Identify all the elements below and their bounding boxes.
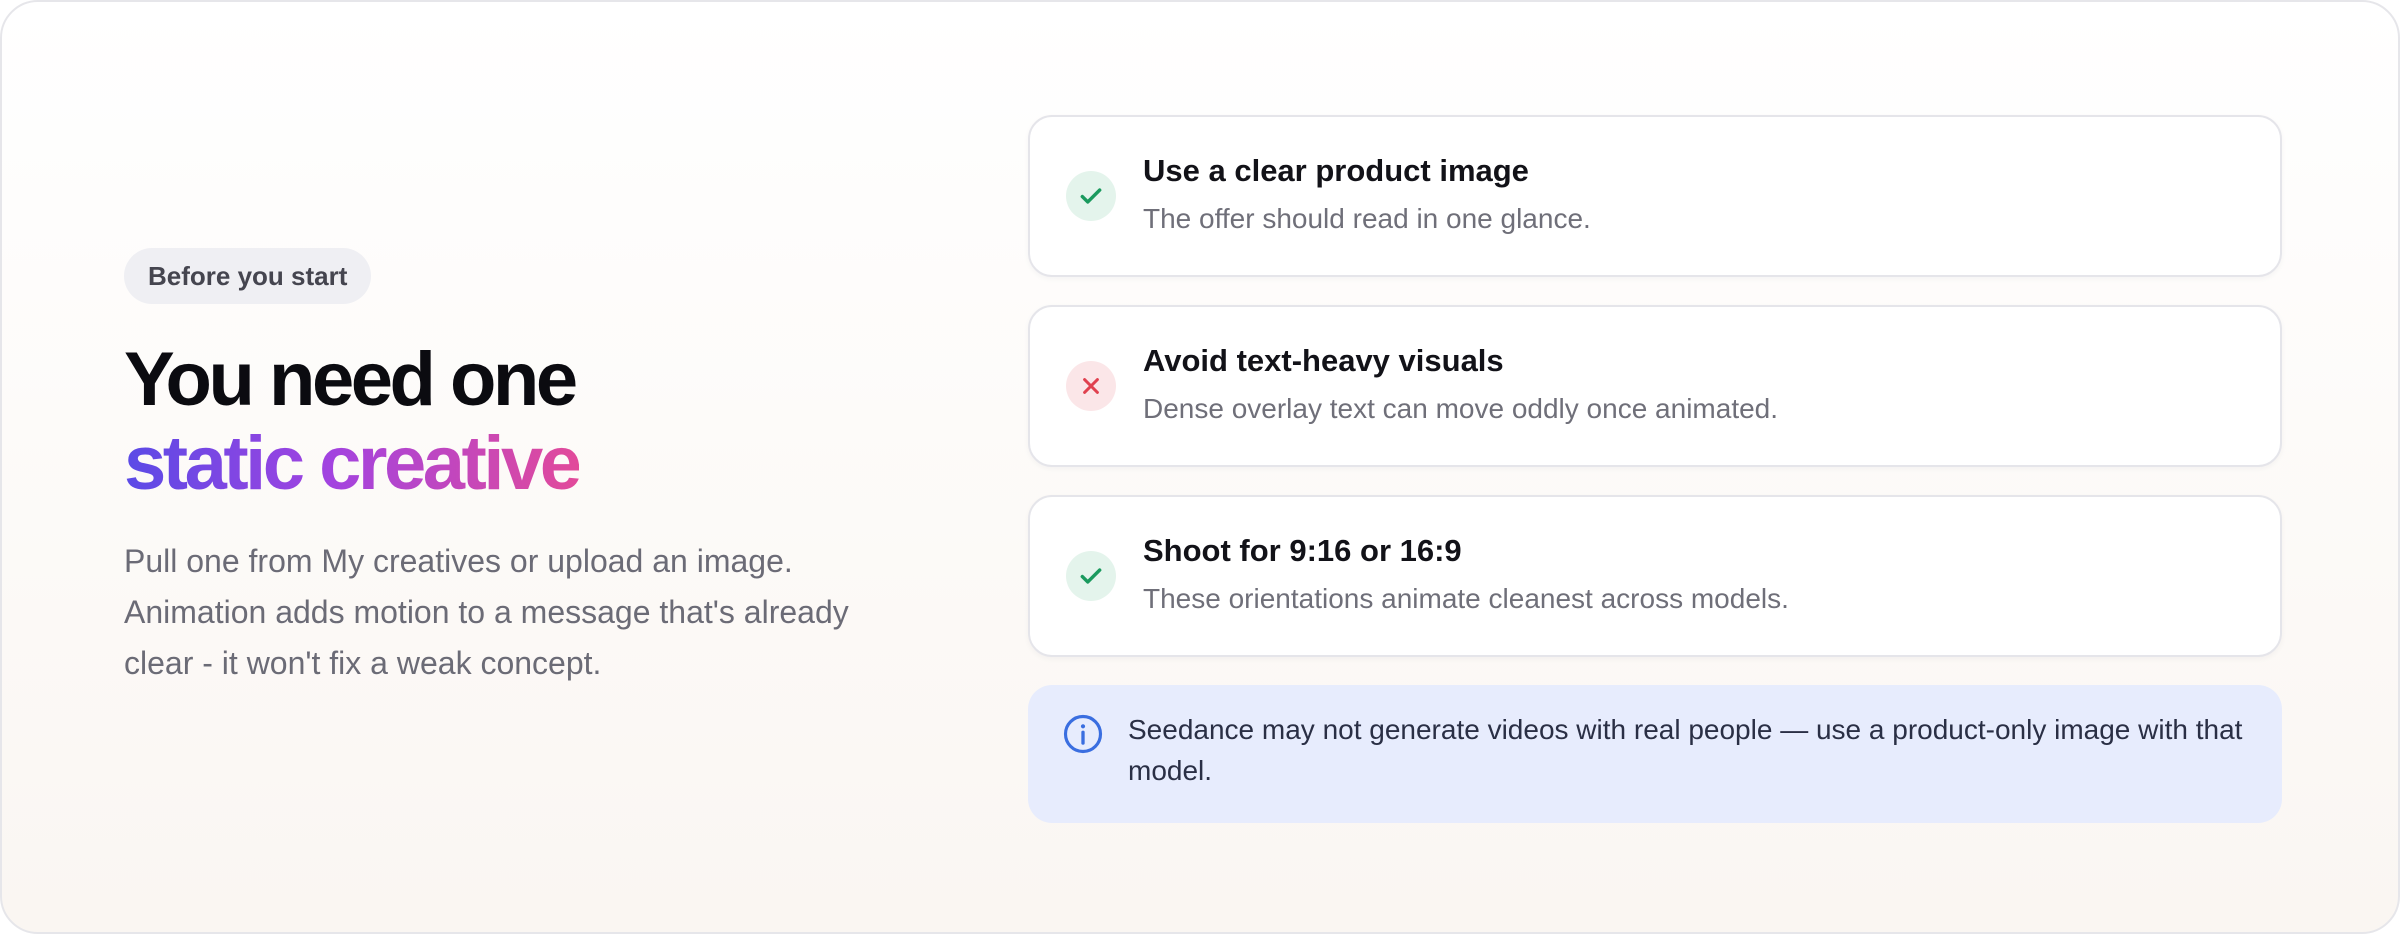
headline-line-2-gradient: static creative — [124, 421, 582, 506]
tips-list: Use a clear product image The offer shou… — [1028, 115, 2282, 823]
intro-section: Before you start You need one static cre… — [124, 248, 924, 689]
intro-description: Pull one from My creatives or upload an … — [124, 543, 849, 681]
tip-title: Avoid text-heavy visuals — [1143, 343, 1504, 378]
tip-card-clear-product-image: Use a clear product image The offer shou… — [1028, 115, 2282, 277]
headline-line-1: You need one — [124, 337, 578, 422]
info-note-text: Seedance may not generate videos with re… — [1128, 714, 2243, 786]
before-you-start-badge: Before you start — [124, 248, 372, 304]
tip-subtitle: These orientations animate cleanest acro… — [1143, 583, 1789, 614]
tip-title: Use a clear product image — [1143, 153, 1529, 188]
before-you-start-card: Before you start You need one static cre… — [0, 0, 2400, 934]
x-icon — [1066, 361, 1116, 411]
info-note: Seedance may not generate videos with re… — [1028, 685, 2282, 823]
check-icon — [1066, 171, 1116, 221]
tip-title: Shoot for 9:16 or 16:9 — [1143, 533, 1462, 568]
check-icon — [1066, 551, 1116, 601]
tip-subtitle: Dense overlay text can move oddly once a… — [1143, 393, 1779, 424]
page-title: You need one static creative — [124, 338, 924, 506]
info-icon — [1063, 714, 1103, 754]
tip-card-aspect-ratio: Shoot for 9:16 or 16:9 These orientation… — [1028, 495, 2282, 657]
tip-subtitle: The offer should read in one glance. — [1143, 203, 1591, 234]
tip-card-avoid-text-heavy: Avoid text-heavy visuals Dense overlay t… — [1028, 305, 2282, 467]
